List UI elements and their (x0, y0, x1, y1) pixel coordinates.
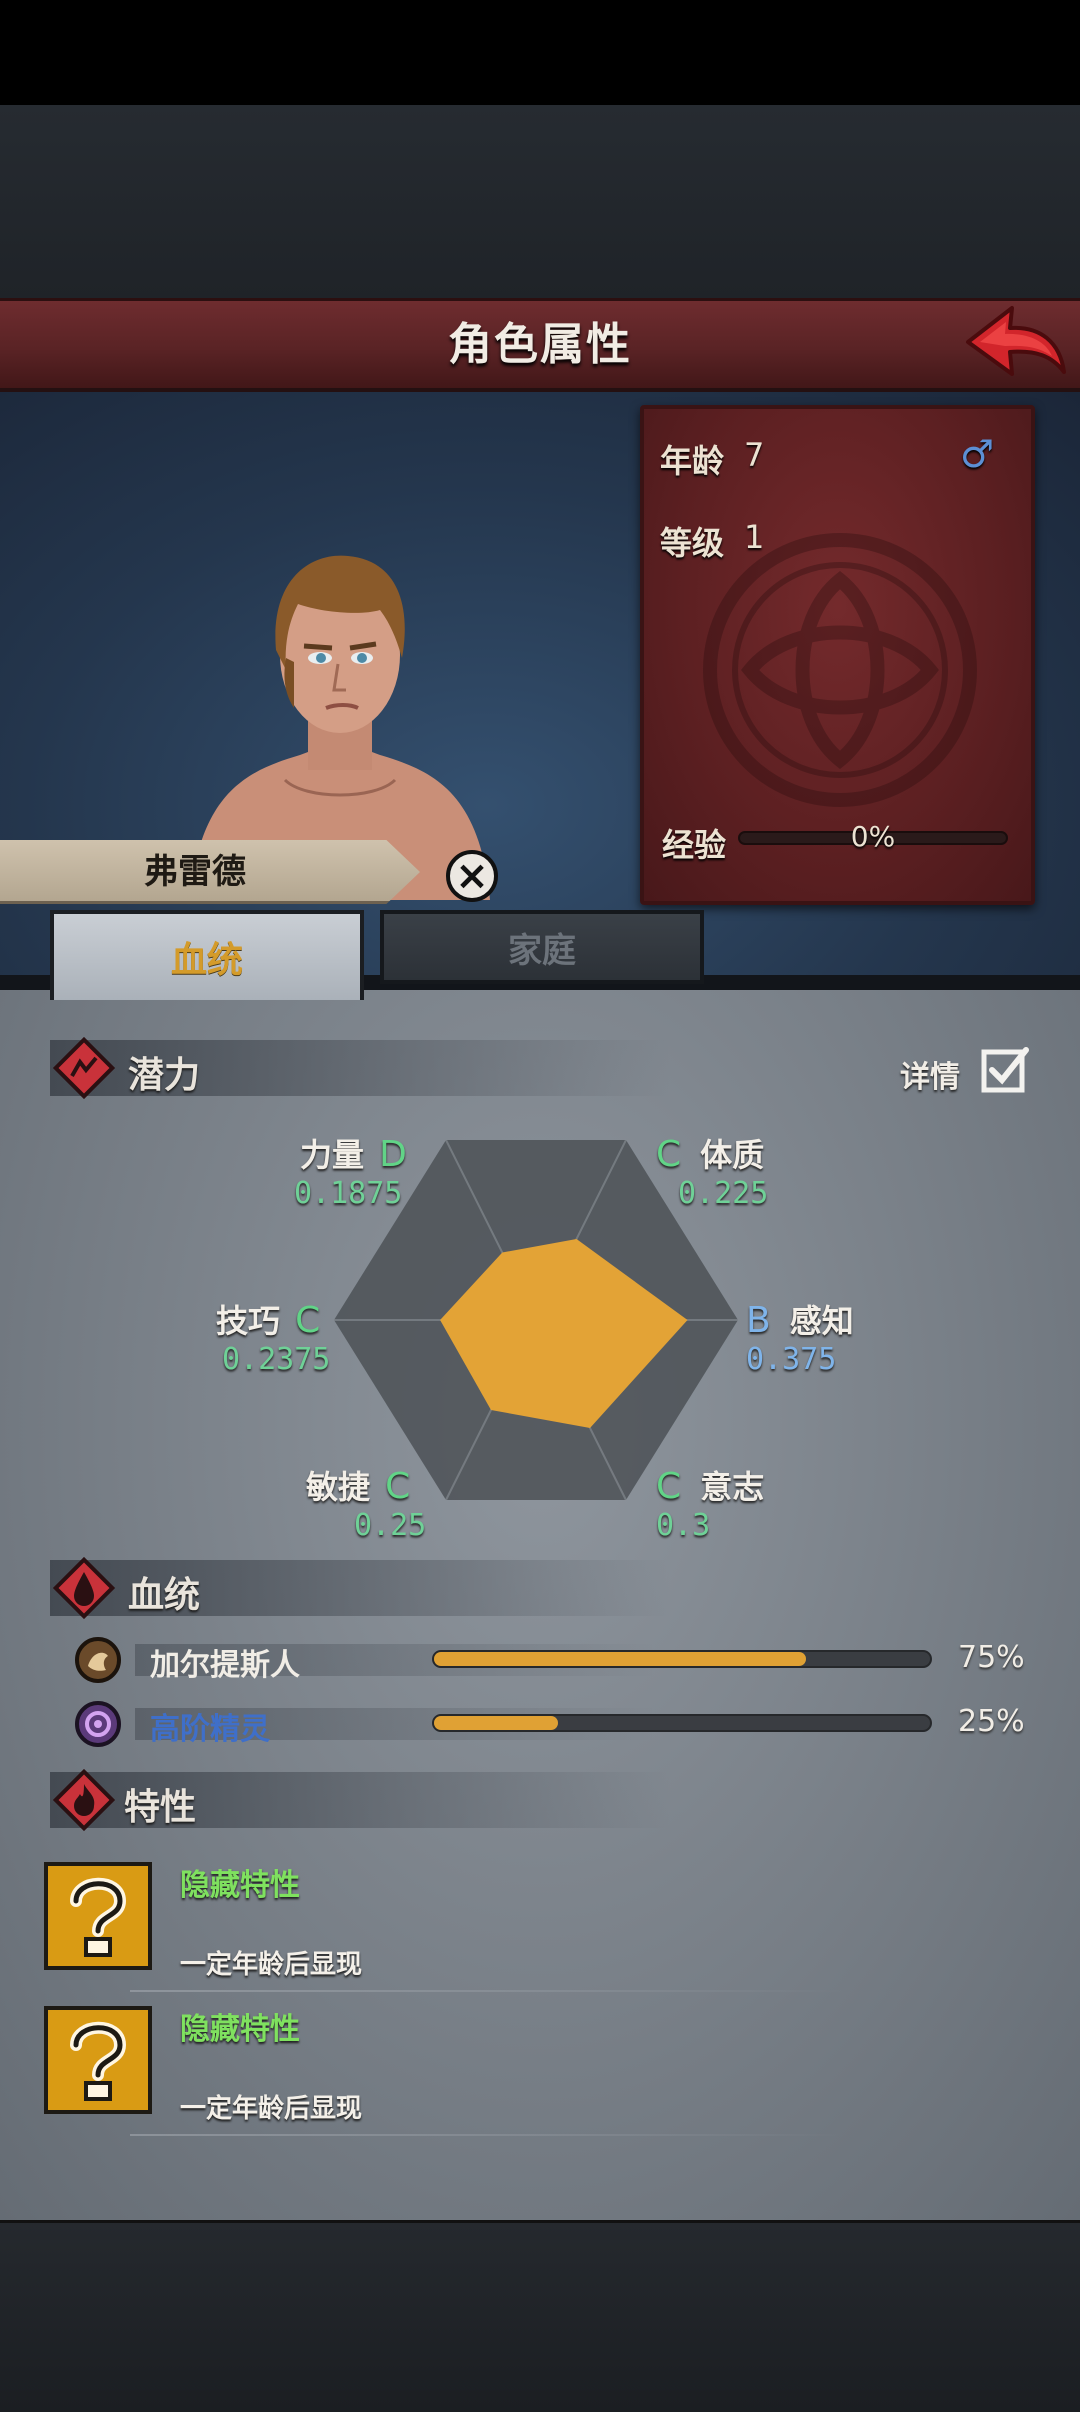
blood-drop-icon (52, 1556, 116, 1620)
attr-value: 0.225 (678, 1176, 769, 1211)
tab-family-label: 家庭 (508, 930, 576, 971)
trait-title: 隐藏特性 (180, 2012, 300, 2047)
attr-grade: D (379, 1134, 407, 1175)
bloodline-percent: 25% (958, 1704, 1025, 1739)
close-icon: × (455, 853, 489, 899)
flame-icon (52, 1768, 116, 1832)
age-label: 年龄 (660, 442, 725, 480)
attr-grade: C (656, 1134, 682, 1175)
high-elf-race-icon (75, 1701, 121, 1747)
attr-name: 体质 (700, 1136, 765, 1174)
character-name: 弗雷德 (144, 852, 246, 892)
attr-grade: B (746, 1300, 771, 1341)
attr-value: 0.1875 (294, 1176, 403, 1211)
tab-bloodline-label: 血统 (170, 940, 243, 981)
trait-divider (130, 1990, 850, 1992)
question-mark-icon (70, 2021, 127, 2101)
potential-radar-chart (334, 1139, 738, 1501)
bloodline-name: 高阶精灵 (150, 1712, 270, 1747)
top-background (0, 105, 1080, 300)
back-arrow-icon (966, 306, 1066, 376)
attr-value: 0.3 (656, 1508, 711, 1543)
bloodline-title: 血统 (128, 1575, 201, 1616)
level-label: 等级 (660, 524, 725, 562)
status-bar-area (0, 0, 1080, 105)
tab-family[interactable]: 家庭 (380, 910, 704, 984)
attr-name: 技巧 (216, 1302, 281, 1340)
attr-name: 意志 (700, 1468, 765, 1506)
question-mark-icon (70, 1877, 127, 1957)
attr-constitution: C 体质 0.225 (656, 1130, 768, 1211)
attr-will: C 意志 0.3 (656, 1462, 764, 1543)
bloodline-bar-fill (434, 1716, 558, 1730)
traits-title: 特性 (124, 1787, 197, 1828)
galtis-race-icon (75, 1637, 121, 1683)
detail-label: 详情 (900, 1060, 960, 1095)
male-gender-icon: ♂ (960, 432, 995, 476)
attr-perception: B 感知 0.375 (746, 1296, 854, 1377)
back-button[interactable] (960, 300, 1072, 390)
attr-value: 0.2375 (222, 1342, 331, 1377)
hidden-trait-card[interactable] (44, 1862, 152, 1970)
trait-divider (130, 2134, 850, 2136)
age-value: 7 (744, 436, 765, 474)
attr-grade: C (656, 1466, 682, 1507)
attr-value: 0.25 (354, 1508, 427, 1543)
hidden-trait-card[interactable] (44, 2006, 152, 2114)
detail-checkbox[interactable] (980, 1044, 1030, 1094)
attr-name: 力量 (300, 1136, 365, 1174)
potential-icon (52, 1036, 116, 1100)
exp-percent: 0% (850, 820, 896, 853)
tab-bloodline[interactable]: 血统 (50, 910, 364, 1000)
celtic-knot-emblem (703, 533, 977, 807)
bottom-background (0, 2220, 1080, 2412)
exp-label: 经验 (662, 826, 727, 864)
trait-title: 隐藏特性 (180, 1868, 300, 1903)
trait-description: 一定年龄后显现 (180, 1950, 363, 1980)
attr-name: 敏捷 (306, 1468, 371, 1506)
trait-description: 一定年龄后显现 (180, 2094, 363, 2124)
page-title: 角色属性 (448, 319, 632, 370)
attr-skill: 技巧 C 0.2375 (216, 1296, 330, 1377)
bloodline-bar-fill (434, 1652, 806, 1666)
attr-agility: 敏捷 C 0.25 (306, 1462, 426, 1543)
attr-grade: C (295, 1300, 321, 1341)
dismiss-button[interactable]: × (446, 850, 498, 902)
attr-value: 0.375 (746, 1342, 837, 1377)
level-value: 1 (744, 518, 765, 556)
attr-name: 感知 (789, 1302, 854, 1340)
bloodline-name: 加尔提斯人 (150, 1648, 300, 1683)
attr-strength: 力量 D 0.1875 (294, 1130, 407, 1211)
attr-grade: C (385, 1466, 411, 1507)
bloodline-percent: 75% (958, 1640, 1025, 1675)
potential-title: 潜力 (128, 1055, 201, 1096)
